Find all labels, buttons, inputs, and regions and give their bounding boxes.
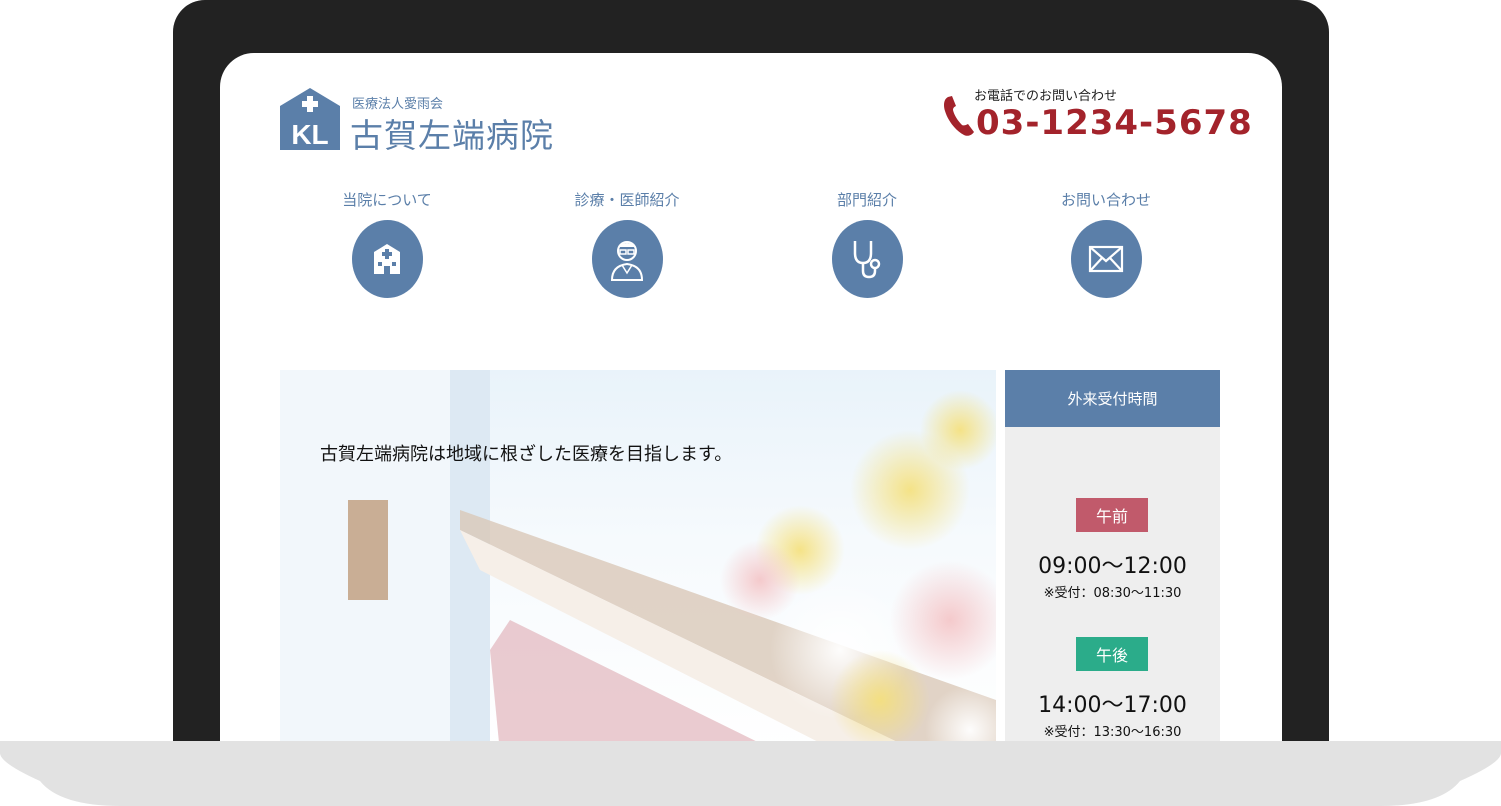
- logo-text: KL: [291, 119, 328, 150]
- nav-label: 部門紹介: [836, 191, 897, 209]
- afternoon-badge: 午後: [1076, 637, 1148, 671]
- hours-title: 外来受付時間: [1005, 370, 1220, 427]
- laptop-base: [0, 741, 1501, 806]
- morning-badge: 午前: [1076, 498, 1148, 532]
- hospital-logo-icon[interactable]: KL: [280, 88, 340, 150]
- phone-number[interactable]: 03-1234-5678: [976, 103, 1253, 143]
- nav-label: 診療・医師紹介: [574, 191, 680, 209]
- doctor-icon: [610, 241, 644, 281]
- stethoscope-icon: [853, 241, 881, 279]
- reception-hours-panel: 外来受付時間 午前 09:00〜12:00 ※受付：08:30〜11:30 午後…: [1005, 370, 1220, 753]
- nav-item-doctors[interactable]: 診療・医師紹介: [547, 189, 707, 298]
- afternoon-reception: ※受付：13:30〜16:30: [1043, 725, 1182, 740]
- nav-item-contact[interactable]: お問い合わせ: [1026, 189, 1186, 298]
- hospital-corridor-photo: [280, 370, 996, 753]
- nav-label: お問い合わせ: [1060, 191, 1151, 209]
- morning-time: 09:00〜12:00: [1038, 554, 1187, 579]
- hospital-building-icon: [374, 244, 400, 274]
- phone-icon: [944, 96, 974, 136]
- browser-screen: KL 医療法人愛雨会 古賀左端病院 お電話でのお問い合わせ 03-1234-56…: [220, 53, 1282, 753]
- hospital-name[interactable]: 古賀左端病院: [350, 109, 554, 157]
- phone-label: お電話でのお問い合わせ: [974, 89, 1118, 104]
- afternoon-time: 14:00〜17:00: [1038, 693, 1187, 718]
- nav-label: 当院について: [342, 191, 432, 209]
- nav-item-departments[interactable]: 部門紹介: [787, 189, 947, 298]
- envelope-icon: [1088, 245, 1124, 273]
- nav-item-about[interactable]: 当院について: [307, 189, 467, 298]
- hero-image: 古賀左端病院は地域に根ざした医療を目指します。: [280, 370, 996, 753]
- hero-tagline: 古賀左端病院は地域に根ざした医療を目指します。: [320, 444, 733, 465]
- morning-reception: ※受付：08:30〜11:30: [1043, 586, 1182, 601]
